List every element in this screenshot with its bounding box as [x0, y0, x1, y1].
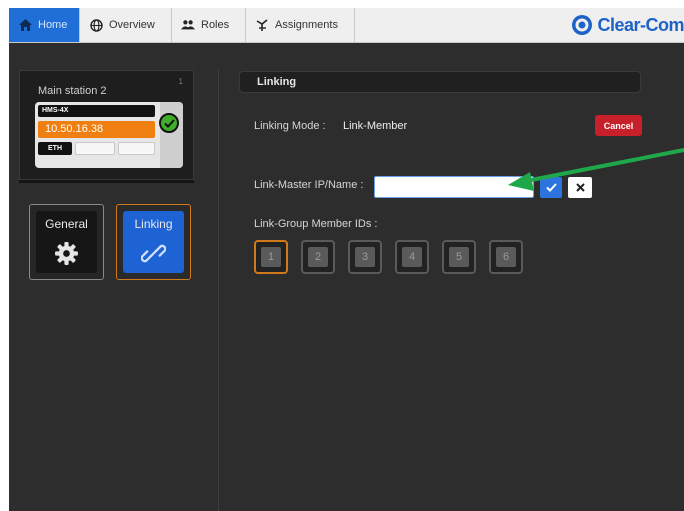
app-frame: Home Overview Roles Assignments Clear-Co…: [9, 8, 684, 511]
station-name: Main station 2: [38, 85, 107, 97]
device-port: [118, 142, 155, 155]
tab-assignments[interactable]: Assignments: [246, 8, 355, 42]
general-module-face: General: [36, 211, 97, 273]
member-id-label: 2: [308, 247, 328, 267]
link-icon: [141, 244, 166, 263]
member-id-3-button[interactable]: 3: [348, 240, 382, 274]
users-icon: [181, 18, 195, 32]
tab-roles-label: Roles: [201, 19, 230, 31]
member-id-label: 1: [261, 247, 281, 267]
linking-module-button[interactable]: Linking: [116, 204, 191, 280]
linking-mode-label: Linking Mode :: [254, 120, 326, 132]
panel-title: Linking: [257, 76, 297, 88]
top-nav: Home Overview Roles Assignments Clear-Co…: [9, 8, 684, 43]
device-port-label: ETH: [38, 142, 72, 155]
status-ok-icon: [159, 113, 179, 133]
device-ip: 10.50.16.38: [38, 121, 155, 138]
brand-logo: Clear-Com: [571, 8, 684, 42]
check-icon: [545, 183, 557, 192]
member-id-label: 3: [355, 247, 375, 267]
linking-module-face: Linking: [123, 211, 184, 273]
link-master-label: Link-Master IP/Name :: [254, 179, 364, 191]
station-card[interactable]: Main station 2 1 HMS-4X 10.50.16.38 ETH: [19, 70, 194, 180]
tab-overview[interactable]: Overview: [80, 8, 172, 42]
clear-com-logo-icon: [572, 15, 593, 35]
clear-button[interactable]: [568, 177, 592, 198]
assignments-icon: [255, 18, 269, 32]
device-side: [160, 102, 183, 168]
general-module-button[interactable]: General: [29, 204, 104, 280]
member-id-4-button[interactable]: 4: [395, 240, 429, 274]
confirm-button[interactable]: [540, 177, 562, 198]
member-id-2-button[interactable]: 2: [301, 240, 335, 274]
linking-module-label: Linking: [134, 217, 173, 231]
tab-assignments-label: Assignments: [275, 19, 338, 31]
tab-home-label: Home: [38, 19, 68, 31]
member-id-label: 4: [402, 247, 422, 267]
close-icon: [575, 183, 585, 192]
general-module-label: General: [45, 217, 88, 231]
tab-roles[interactable]: Roles: [172, 8, 246, 42]
device-graphic: HMS-4X 10.50.16.38 ETH: [35, 102, 183, 168]
device-model: HMS-4X: [38, 105, 155, 117]
member-id-5-button[interactable]: 5: [442, 240, 476, 274]
gear-icon: [55, 242, 78, 265]
device-port: [75, 142, 115, 155]
sidebar-divider: [218, 70, 219, 511]
member-id-6-button[interactable]: 6: [489, 240, 523, 274]
member-ids-label: Link-Group Member IDs :: [254, 218, 378, 230]
panel-header: Linking: [239, 71, 641, 93]
member-id-label: 5: [449, 247, 469, 267]
brand-logo-text: Clear-Com: [597, 14, 684, 35]
member-id-1-button[interactable]: 1: [254, 240, 288, 274]
station-index: 1: [178, 77, 183, 86]
tab-home[interactable]: Home: [9, 8, 80, 42]
tab-overview-label: Overview: [109, 19, 155, 31]
linking-mode-value: Link-Member: [343, 120, 408, 132]
cancel-button[interactable]: Cancel: [595, 115, 642, 136]
globe-icon: [89, 18, 103, 32]
home-icon: [18, 18, 32, 32]
member-id-label: 6: [496, 247, 516, 267]
link-master-input[interactable]: [374, 176, 534, 198]
